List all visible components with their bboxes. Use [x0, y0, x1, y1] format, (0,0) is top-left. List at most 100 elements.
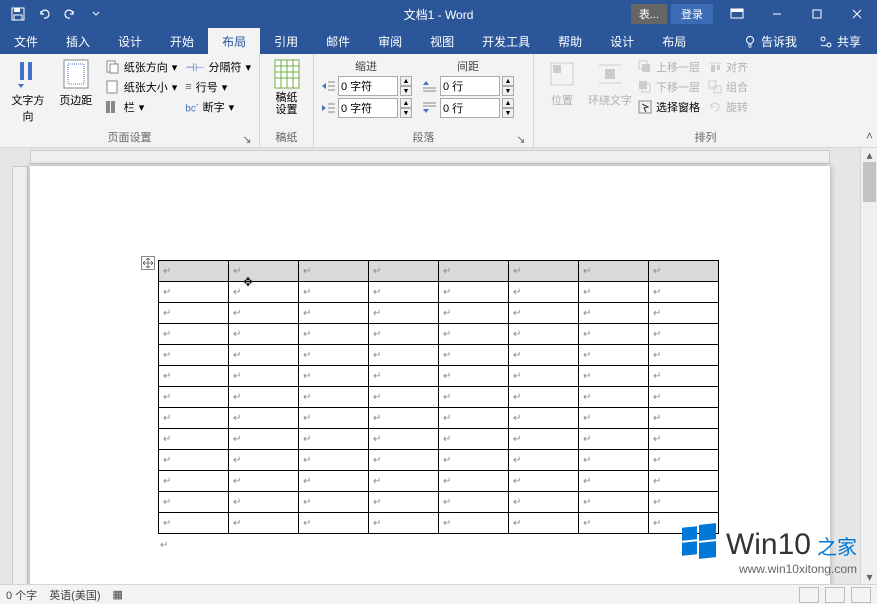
horizontal-ruler[interactable]	[30, 150, 830, 164]
table-cell[interactable]: ↵	[159, 261, 229, 282]
table-cell[interactable]: ↵	[439, 345, 509, 366]
text-direction-button[interactable]: 文字方向	[6, 58, 50, 124]
read-mode-button[interactable]	[799, 587, 819, 603]
table-cell[interactable]: ↵	[299, 282, 369, 303]
table-cell[interactable]: ↵	[299, 303, 369, 324]
table-cell[interactable]: ↵	[509, 408, 579, 429]
table-cell[interactable]: ↵	[439, 471, 509, 492]
indent-left-down[interactable]: ▼	[400, 86, 412, 96]
table-cell[interactable]: ↵	[509, 345, 579, 366]
undo-button[interactable]	[32, 2, 56, 26]
table-cell[interactable]: ↵	[369, 345, 439, 366]
table-move-handle[interactable]	[141, 256, 155, 270]
table-cell[interactable]: ↵	[509, 324, 579, 345]
table-cell[interactable]: ↵	[159, 366, 229, 387]
table-cell[interactable]: ↵	[509, 429, 579, 450]
table-cell[interactable]: ↵	[509, 261, 579, 282]
login-button[interactable]: 登录	[671, 4, 713, 24]
table-cell[interactable]: ↵	[159, 429, 229, 450]
table-row[interactable]: ↵↵↵↵↵↵↵↵	[159, 429, 719, 450]
table-cell[interactable]: ↵	[299, 261, 369, 282]
table-cell[interactable]: ↵	[579, 408, 649, 429]
table-cell[interactable]: ↵	[229, 408, 299, 429]
tab-developer[interactable]: 开发工具	[468, 28, 544, 54]
print-layout-button[interactable]	[825, 587, 845, 603]
size-button[interactable]: 纸张大小▾	[102, 78, 180, 96]
table-cell[interactable]: ↵	[369, 282, 439, 303]
table-cell[interactable]: ↵	[369, 429, 439, 450]
table-cell[interactable]: ↵	[439, 366, 509, 387]
table-row[interactable]: ↵↵↵↵↵↵↵↵	[159, 366, 719, 387]
table-cell[interactable]: ↵	[159, 303, 229, 324]
table-cell[interactable]: ↵	[229, 513, 299, 534]
table-cell[interactable]: ↵	[369, 303, 439, 324]
manuscript-settings-button[interactable]: 稿纸 设置	[266, 58, 307, 116]
table-cell[interactable]: ↵	[369, 261, 439, 282]
table-cell[interactable]: ↵	[649, 303, 719, 324]
table-cell[interactable]: ↵	[579, 345, 649, 366]
table-cell[interactable]: ↵	[229, 450, 299, 471]
web-layout-button[interactable]	[851, 587, 871, 603]
table-cell[interactable]: ↵	[579, 471, 649, 492]
spacing-before-input[interactable]: 0 行	[440, 76, 500, 96]
table-cell[interactable]: ↵	[649, 513, 719, 534]
table-cell[interactable]: ↵	[439, 282, 509, 303]
table-cell[interactable]: ↵	[509, 282, 579, 303]
table-row[interactable]: ↵↵↵↵↵↵↵↵	[159, 345, 719, 366]
table-cell[interactable]: ↵	[509, 387, 579, 408]
table-cell[interactable]: ↵	[649, 387, 719, 408]
table-cell[interactable]: ↵	[229, 471, 299, 492]
table-row[interactable]: ↵↵↵↵↵↵↵↵	[159, 513, 719, 534]
table-cell[interactable]: ↵	[579, 492, 649, 513]
table-cell[interactable]: ↵	[439, 261, 509, 282]
table-cell[interactable]: ↵	[579, 387, 649, 408]
table-cell[interactable]: ↵	[229, 303, 299, 324]
table-cell[interactable]: ↵	[439, 450, 509, 471]
tab-mailings[interactable]: 邮件	[312, 28, 364, 54]
table-cell[interactable]: ↵	[369, 387, 439, 408]
table-cell[interactable]: ↵	[579, 513, 649, 534]
table-cell[interactable]: ↵	[299, 345, 369, 366]
table-cell[interactable]: ↵	[579, 366, 649, 387]
table-row[interactable]: ↵↵↵↵↵↵↵↵	[159, 450, 719, 471]
hyphenation-button[interactable]: bc-断字▾	[183, 98, 253, 116]
vertical-ruler[interactable]	[12, 166, 28, 584]
table-cell[interactable]: ↵	[229, 492, 299, 513]
table-cell[interactable]: ↵	[439, 303, 509, 324]
table-cell[interactable]: ↵	[439, 387, 509, 408]
table-cell[interactable]: ↵	[649, 345, 719, 366]
table-cell[interactable]: ↵	[649, 429, 719, 450]
table-cell[interactable]: ↵	[299, 324, 369, 345]
table-row[interactable]: ↵↵↵↵↵↵↵↵	[159, 387, 719, 408]
table-cell[interactable]: ↵	[229, 261, 299, 282]
table-cell[interactable]: ↵	[229, 345, 299, 366]
tab-help[interactable]: 帮助	[544, 28, 596, 54]
word-count[interactable]: 0 个字	[6, 587, 37, 603]
table-cell[interactable]: ↵	[649, 450, 719, 471]
selection-pane-button[interactable]: 选择窗格	[636, 98, 702, 116]
tab-file[interactable]: 文件	[0, 28, 52, 54]
columns-button[interactable]: 栏▾	[102, 98, 180, 116]
tab-layout[interactable]: 布局	[208, 28, 260, 54]
table-cell[interactable]: ↵	[229, 387, 299, 408]
collapse-ribbon-button[interactable]: ˄	[866, 129, 873, 143]
spacing-before-down[interactable]: ▼	[502, 86, 514, 96]
tab-design[interactable]: 设计	[104, 28, 156, 54]
table-cell[interactable]: ↵	[509, 450, 579, 471]
table-row[interactable]: ↵↵↵↵↵↵↵↵	[159, 471, 719, 492]
table-cell[interactable]: ↵	[159, 408, 229, 429]
tab-references[interactable]: 引用	[260, 28, 312, 54]
table-cell[interactable]: ↵	[299, 366, 369, 387]
close-button[interactable]	[837, 0, 877, 28]
table-row[interactable]: ↵↵↵↵↵↵↵↵	[159, 492, 719, 513]
table-cell[interactable]: ↵	[229, 366, 299, 387]
table-cell[interactable]: ↵	[369, 492, 439, 513]
macro-recording-icon[interactable]: ▦	[113, 588, 123, 601]
table-cell[interactable]: ↵	[299, 450, 369, 471]
scroll-down-button[interactable]: ▾	[861, 570, 877, 584]
save-button[interactable]	[6, 2, 30, 26]
tab-insert[interactable]: 插入	[52, 28, 104, 54]
maximize-button[interactable]	[797, 0, 837, 28]
table-cell[interactable]: ↵	[579, 261, 649, 282]
minimize-button[interactable]	[757, 0, 797, 28]
